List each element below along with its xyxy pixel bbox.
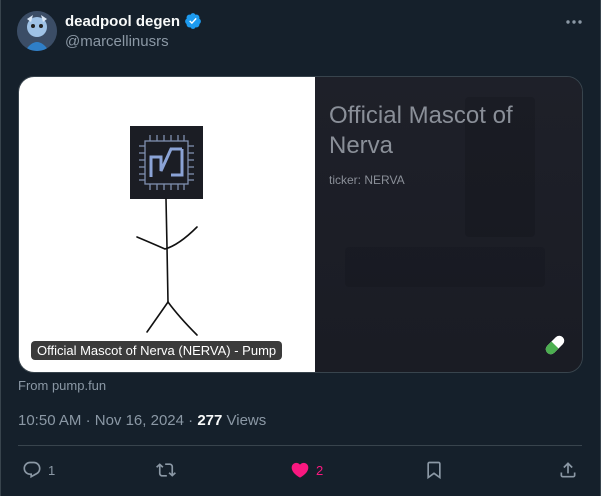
card-background-shape [345,247,545,287]
share-icon [560,462,576,478]
pill-icon [545,335,565,355]
author-name-row: deadpool degen [65,12,202,30]
card-preview-panel: Official Mascot of Nerva ticker: NERVA [315,77,582,372]
card-image[interactable]: Official Mascot of Nerva (NERVA) - Pump [19,77,315,372]
bookmark-icon [427,461,441,480]
verified-badge-icon [185,13,201,29]
mascot-illustration [130,126,203,336]
meta-separator: · [188,412,194,429]
reply-icon [23,461,41,479]
card-ticker: ticker: NERVA [329,173,405,187]
card-title: Official Mascot of Nerva [329,102,513,159]
like-count: 2 [316,462,324,478]
retweet-button[interactable] [156,455,176,485]
avatar[interactable] [17,11,57,51]
tweet-time[interactable]: 10:50 AM [18,412,81,429]
avatar-image [17,11,57,51]
divider [18,445,582,446]
heart-icon [291,462,309,478]
like-button[interactable]: 2 [290,455,323,485]
reply-button[interactable]: 1 [22,455,55,485]
author-display-name[interactable]: deadpool degen [65,13,180,30]
bookmark-button[interactable] [424,455,444,485]
tweet-metadata: 10:50 AM · Nov 16, 2024 · 277 Views [18,412,266,429]
tweet-date[interactable]: Nov 16, 2024 [95,412,184,429]
tweet-container: deadpool degen @marcellinusrs Official M… [0,0,601,496]
more-icon[interactable] [562,12,586,32]
views-label: Views [226,412,267,429]
retweet-icon [156,463,176,477]
reply-count: 1 [48,462,56,478]
action-bar: 1 2 [1,455,601,485]
link-card[interactable]: Official Mascot of Nerva (NERVA) - Pump … [18,76,583,373]
author-handle[interactable]: @marcellinusrs [65,33,169,50]
card-media-label: Official Mascot of Nerva (NERVA) - Pump [31,341,283,360]
share-button[interactable] [558,455,578,485]
meta-separator: · [85,412,91,429]
views-count: 277 [197,412,223,429]
card-source[interactable]: From pump.fun [18,378,106,393]
